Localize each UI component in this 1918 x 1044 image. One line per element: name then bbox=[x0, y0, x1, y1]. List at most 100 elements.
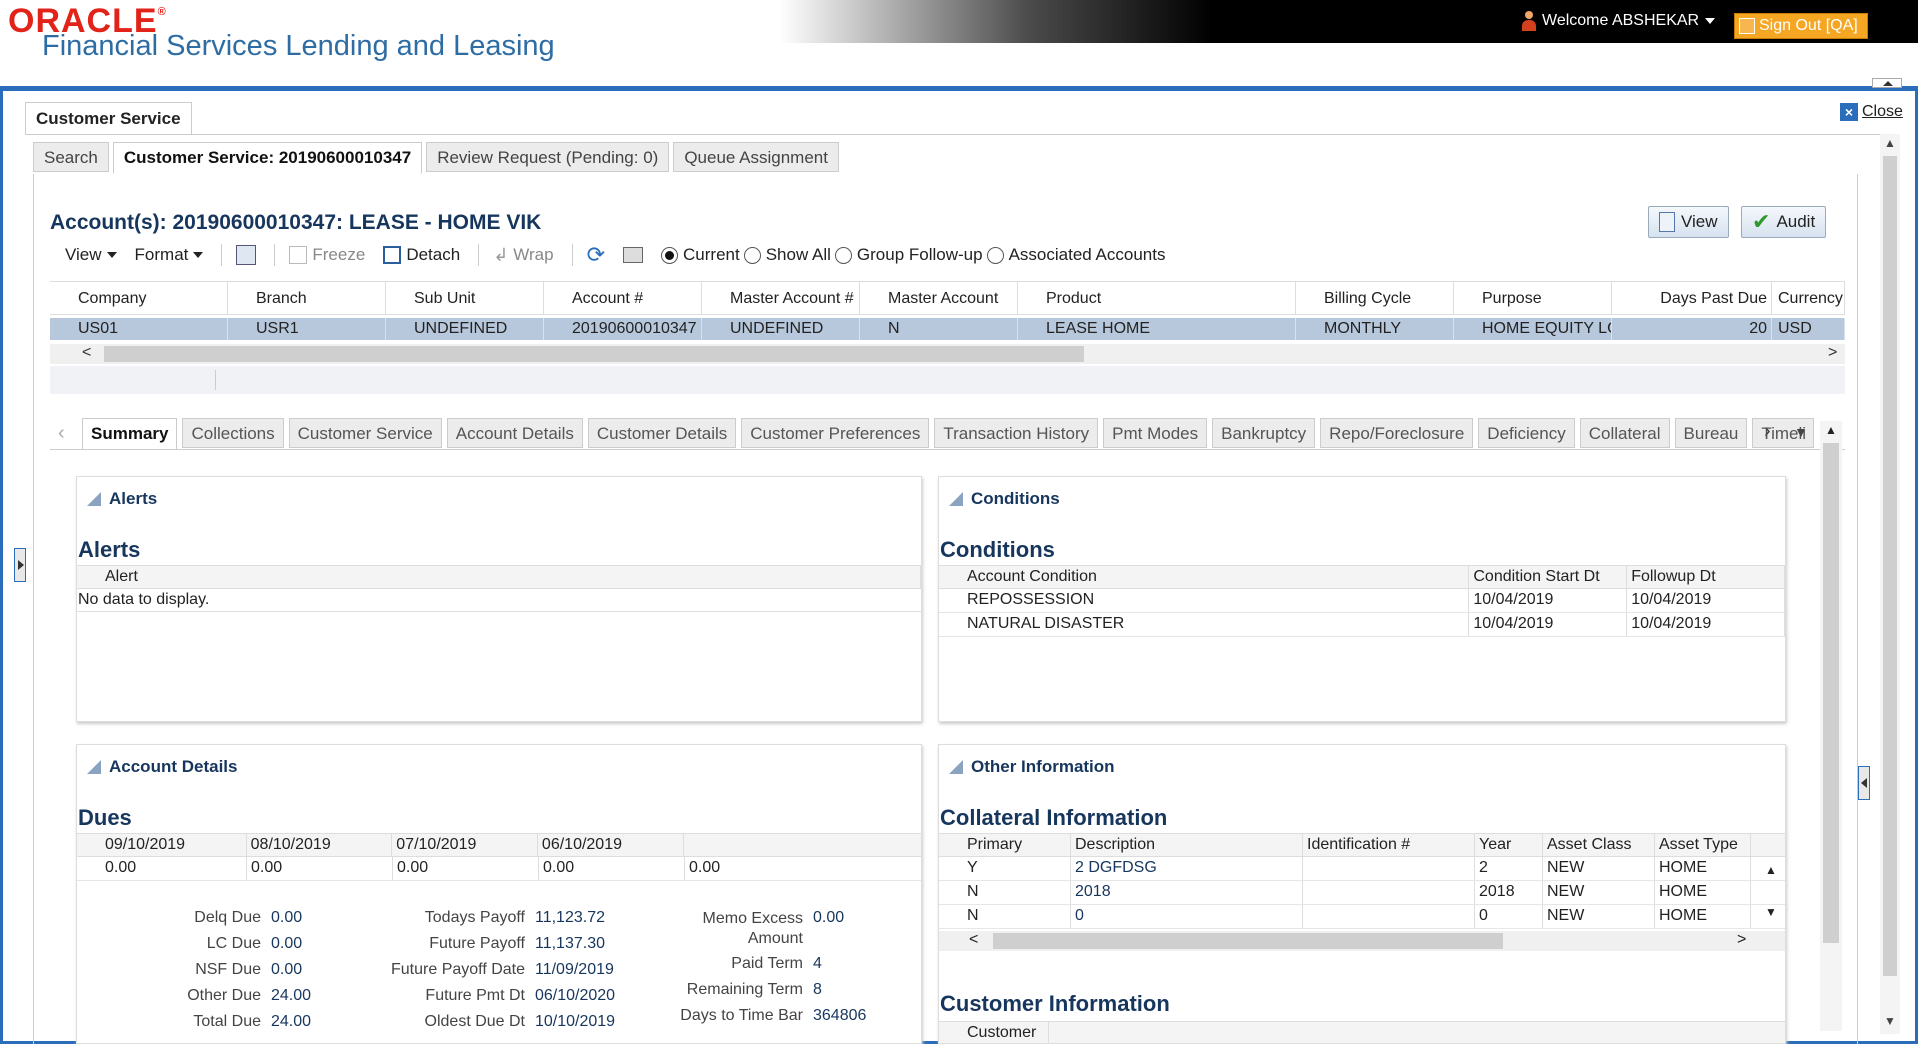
radio-group-followup-input[interactable] bbox=[834, 246, 852, 264]
col-master-account-number[interactable]: Master Account # bbox=[702, 282, 860, 314]
cell-account-number: 20190600010347 bbox=[544, 318, 702, 340]
other-information-panel: Other Information Collateral Information… bbox=[938, 744, 1786, 1044]
radio-associated-accounts-input[interactable] bbox=[986, 246, 1004, 264]
radio-current-input[interactable] bbox=[661, 246, 679, 264]
col-days-past-due[interactable]: Days Past Due bbox=[1612, 282, 1772, 314]
sign-out-icon bbox=[1739, 18, 1755, 34]
print-button[interactable] bbox=[623, 247, 644, 263]
radio-group-followup[interactable]: Group Follow-up bbox=[834, 245, 983, 265]
tab-review-request[interactable]: Review Request (Pending: 0) bbox=[426, 142, 670, 172]
welcome-text: Welcome ABSHEKAR bbox=[1542, 12, 1700, 29]
tab-customer-service-account[interactable]: Customer Service: 20190600010347 bbox=[112, 142, 423, 174]
tabs-scroll-right-icon[interactable]: › bbox=[1764, 420, 1771, 443]
summary-scrollbar[interactable]: ▲ bbox=[1820, 421, 1842, 1031]
scroll-up-icon[interactable]: ▲ bbox=[1825, 423, 1837, 437]
other-information-panel-header[interactable]: Other Information bbox=[949, 757, 1115, 777]
col-followup-dt[interactable]: Followup Dt bbox=[1627, 566, 1785, 588]
col-account-condition[interactable]: Account Condition bbox=[939, 566, 1470, 588]
scroll-up-icon[interactable]: ▲ bbox=[1765, 863, 1777, 877]
table-row[interactable]: NATURAL DISASTER 10/04/2019 10/04/2019 bbox=[939, 613, 1785, 637]
document-icon bbox=[1659, 212, 1675, 232]
tab-repo-foreclosure[interactable]: Repo/Foreclosure bbox=[1320, 418, 1474, 448]
tab-deficiency[interactable]: Deficiency bbox=[1478, 418, 1575, 448]
view-button[interactable]: View bbox=[1648, 206, 1729, 238]
page-scrollbar-thumb[interactable] bbox=[1883, 156, 1897, 976]
col-master-account[interactable]: Master Account bbox=[860, 282, 1018, 314]
tab-account-details[interactable]: Account Details bbox=[446, 418, 583, 448]
tabs-overflow-icon[interactable]: ▼ bbox=[1794, 424, 1808, 440]
tab-transaction-history[interactable]: Transaction History bbox=[934, 418, 1099, 448]
expand-right-panel-button[interactable] bbox=[1858, 766, 1870, 800]
tab-collections[interactable]: Collections bbox=[182, 418, 284, 448]
collateral-horizontal-scrollbar[interactable]: < > bbox=[939, 931, 1785, 951]
freeze-button[interactable]: Freeze bbox=[289, 245, 365, 265]
export-button[interactable] bbox=[236, 245, 257, 265]
col-company[interactable]: Company bbox=[50, 282, 228, 314]
audit-button[interactable]: ✔ Audit bbox=[1741, 206, 1827, 238]
scroll-up-icon[interactable]: ▲ bbox=[1884, 136, 1896, 150]
table-row[interactable]: Y 2 DGFDSG 2 NEW HOME bbox=[939, 857, 1785, 881]
conditions-panel-header[interactable]: Conditions bbox=[949, 489, 1060, 509]
tab-customer-details[interactable]: Customer Details bbox=[587, 418, 737, 448]
col-billing-cycle[interactable]: Billing Cycle bbox=[1296, 282, 1454, 314]
radio-show-all[interactable]: Show All bbox=[743, 245, 831, 265]
radio-current[interactable]: Current bbox=[661, 245, 740, 265]
account-details-panel-header[interactable]: Account Details bbox=[87, 757, 237, 777]
cell-product: LEASE HOME bbox=[1018, 318, 1296, 340]
chevron-down-icon bbox=[193, 252, 204, 258]
col-alert[interactable]: Alert bbox=[77, 566, 921, 588]
col-branch[interactable]: Branch bbox=[228, 282, 386, 314]
scroll-left-icon[interactable]: < bbox=[82, 344, 91, 362]
sign-out-button[interactable]: Sign Out [QA] bbox=[1734, 13, 1868, 39]
sub-tab-bar: Search Customer Service: 20190600010347 … bbox=[33, 142, 839, 174]
col-currency[interactable]: Currency bbox=[1772, 282, 1845, 314]
scroll-down-icon[interactable]: ▼ bbox=[1765, 905, 1777, 919]
expand-left-panel-button[interactable] bbox=[14, 548, 26, 582]
refresh-button[interactable]: ⟳ bbox=[587, 242, 605, 268]
table-row[interactable]: US01 USR1 UNDEFINED 20190600010347 UNDEF… bbox=[50, 318, 1845, 340]
tab-bureau[interactable]: Bureau bbox=[1674, 418, 1748, 448]
radio-show-all-input[interactable] bbox=[743, 246, 761, 264]
dues-title: Dues bbox=[78, 805, 132, 830]
col-condition-start-dt[interactable]: Condition Start Dt bbox=[1469, 566, 1628, 588]
tab-bankruptcy[interactable]: Bankruptcy bbox=[1212, 418, 1316, 448]
radio-associated-accounts[interactable]: Associated Accounts bbox=[986, 245, 1165, 265]
tab-summary[interactable]: Summary bbox=[82, 418, 178, 450]
table-row[interactable]: REPOSSESSION 10/04/2019 10/04/2019 bbox=[939, 589, 1785, 613]
view-menu[interactable]: View bbox=[50, 245, 117, 265]
tab-customer-preferences[interactable]: Customer Preferences bbox=[741, 418, 930, 448]
table-row[interactable]: N 0 0 NEW HOME bbox=[939, 905, 1785, 929]
table-row[interactable]: 0.00 0.00 0.00 0.00 0.00 bbox=[77, 857, 921, 881]
wrap-button[interactable]: ↲ Wrap bbox=[493, 245, 553, 266]
tab-collateral[interactable]: Collateral bbox=[1579, 418, 1670, 448]
grid-scrollbar-thumb[interactable] bbox=[104, 346, 1084, 362]
close-button[interactable]: × Close bbox=[1840, 103, 1903, 121]
alerts-panel-header[interactable]: Alerts bbox=[87, 489, 157, 509]
tab-queue-assignment[interactable]: Queue Assignment bbox=[673, 142, 839, 172]
grid-horizontal-scrollbar[interactable]: < > bbox=[50, 344, 1845, 364]
collapse-header-button[interactable] bbox=[1872, 78, 1902, 88]
col-product[interactable]: Product bbox=[1018, 282, 1296, 314]
tab-customer-service[interactable]: Customer Service bbox=[25, 102, 192, 134]
page-scrollbar[interactable]: ▲ ▼ bbox=[1880, 134, 1900, 1034]
table-row[interactable]: N 2018 2018 NEW HOME bbox=[939, 881, 1785, 905]
detach-button[interactable]: Detach bbox=[383, 245, 460, 265]
scroll-down-icon[interactable]: ▼ bbox=[1884, 1014, 1896, 1028]
tab-customer-service-detail[interactable]: Customer Service bbox=[288, 418, 442, 448]
col-sub-unit[interactable]: Sub Unit bbox=[386, 282, 544, 314]
scroll-right-icon[interactable]: > bbox=[1737, 931, 1746, 949]
toolbar-divider bbox=[478, 244, 480, 266]
format-menu[interactable]: Format bbox=[135, 245, 204, 265]
tabs-scroll-left-icon[interactable]: ‹ bbox=[58, 422, 65, 445]
col-purpose[interactable]: Purpose bbox=[1454, 282, 1612, 314]
tab-search[interactable]: Search bbox=[33, 142, 109, 172]
summary-scrollbar-thumb[interactable] bbox=[1823, 443, 1839, 943]
scroll-right-icon[interactable]: > bbox=[1828, 344, 1837, 362]
collateral-scrollbar-thumb[interactable] bbox=[993, 933, 1503, 949]
user-menu[interactable]: Welcome ABSHEKAR bbox=[1522, 11, 1716, 31]
col-account-number[interactable]: Account # bbox=[544, 282, 702, 314]
tab-pmt-modes[interactable]: Pmt Modes bbox=[1103, 418, 1208, 448]
app-header: ORACLE® Financial Services Lending and L… bbox=[0, 0, 1918, 86]
alerts-table-header: Alert bbox=[77, 565, 921, 589]
scroll-left-icon[interactable]: < bbox=[969, 931, 978, 949]
